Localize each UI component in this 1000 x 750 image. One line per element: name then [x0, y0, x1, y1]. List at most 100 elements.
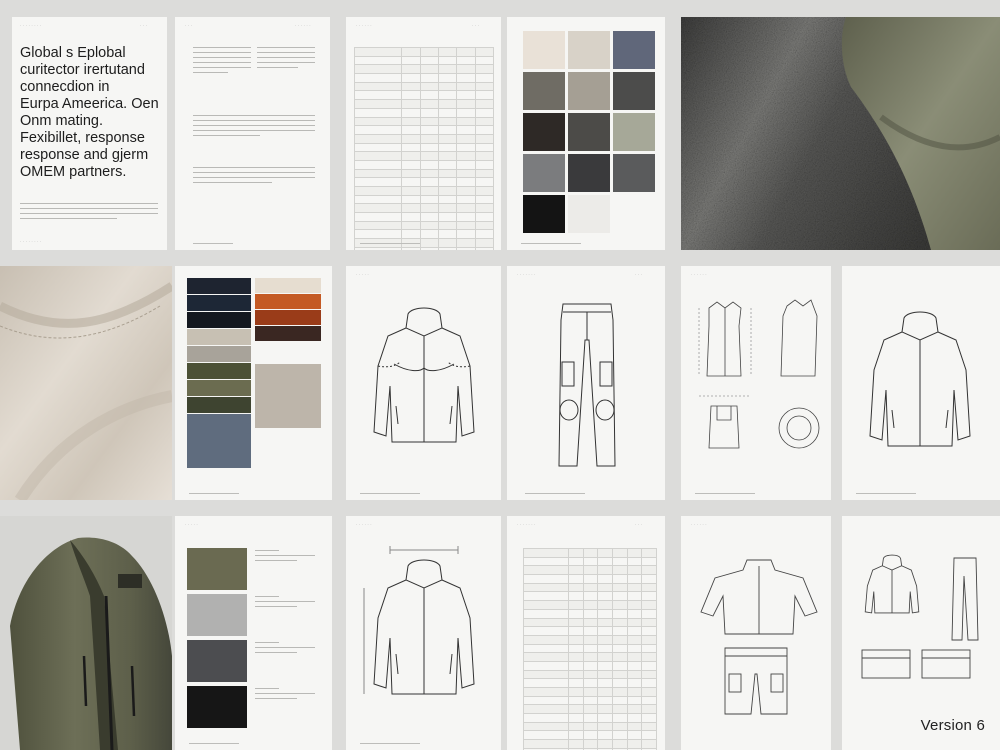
- table-cell: [437, 142, 458, 153]
- table-cell: [401, 168, 421, 179]
- table-cell: [597, 548, 614, 558]
- table-cell: [626, 556, 643, 567]
- fabric-swatch: [255, 310, 321, 325]
- table-cell: [456, 159, 476, 170]
- table-cell: [568, 591, 584, 602]
- table-cell: [401, 142, 421, 153]
- jacket-sketch-icon: [864, 554, 920, 614]
- table-cell: [456, 73, 476, 83]
- table-cell: [401, 125, 421, 135]
- table-cell: [522, 626, 570, 636]
- table-cell: [612, 617, 628, 628]
- table-cell: [456, 47, 476, 57]
- table-cell: [612, 739, 628, 749]
- table-cell: [456, 177, 476, 187]
- table-cell: [437, 125, 458, 135]
- table-cell: [522, 739, 570, 749]
- table-cell: [437, 168, 458, 179]
- table-cell: [419, 238, 439, 248]
- table-cell: [582, 713, 599, 723]
- fabric-swatch: [187, 397, 251, 413]
- table-cell: [474, 186, 495, 196]
- table-cell: [474, 220, 495, 231]
- table-cell: [353, 64, 403, 75]
- table-cell: [419, 151, 439, 161]
- table-cell: [626, 730, 643, 741]
- table-cell: [522, 695, 570, 706]
- table-cell: [401, 151, 421, 161]
- table-cell: [612, 634, 628, 645]
- table-cell: [353, 229, 403, 240]
- table-cell: [641, 739, 657, 749]
- fabric-swatch: [187, 548, 247, 590]
- table-cell: [568, 600, 584, 610]
- table-cell: [522, 634, 570, 645]
- table-cell: [626, 608, 643, 619]
- table-cell: [641, 660, 657, 671]
- fabric-swatch: [613, 31, 655, 69]
- table-cell: [353, 246, 403, 250]
- table-cell: [456, 229, 476, 240]
- table-cell: [641, 721, 657, 732]
- table-cell: [474, 47, 495, 57]
- table-cell: [353, 203, 403, 214]
- table-cell: [474, 238, 495, 248]
- fabric-swatch: [187, 594, 247, 636]
- fabric-swatch: [613, 113, 655, 151]
- table-cell: [597, 704, 614, 715]
- vest-flat-page: · · · · · ·: [681, 266, 831, 500]
- table-cell: [582, 687, 599, 697]
- pants-sketch-page: · · · · · · · · · ·: [507, 266, 665, 500]
- text-page: · · · · · · · · ·: [175, 17, 330, 250]
- table-cell: [456, 203, 476, 214]
- table-cell: [568, 660, 584, 671]
- table-cell: [401, 212, 421, 222]
- table-cell: [582, 739, 599, 749]
- table-cell: [437, 116, 458, 127]
- table-cell: [353, 125, 403, 135]
- fabric-swatch: [523, 113, 565, 151]
- table-cell: [474, 159, 495, 170]
- pants-sketch-icon: [951, 557, 979, 641]
- table-cell: [522, 556, 570, 567]
- table-cell: [612, 652, 628, 662]
- table-cell: [626, 591, 643, 602]
- table-cell: [641, 591, 657, 602]
- table-cell: [353, 212, 403, 222]
- table-cell: [641, 574, 657, 584]
- table-cell: [582, 582, 599, 593]
- table-cell: [437, 212, 458, 222]
- table-cell: [612, 704, 628, 715]
- table-cell: [401, 90, 421, 101]
- table-cell: [474, 73, 495, 83]
- spec-table-page: · · · · · · · · ·: [346, 17, 501, 250]
- intro-text-page: · · · · · · · · · · · Global s Eplobal c…: [12, 17, 167, 250]
- table-cell: [522, 574, 570, 584]
- spec-table: [522, 548, 657, 750]
- fabric-swatch: [187, 380, 251, 396]
- table-cell: [419, 220, 439, 231]
- table-cell: [641, 565, 657, 576]
- table-cell: [612, 548, 628, 558]
- table-cell: [641, 730, 657, 741]
- table-cell: [419, 168, 439, 179]
- fabric-swatch: [568, 72, 610, 110]
- table-cell: [522, 582, 570, 593]
- table-cell: [582, 704, 599, 715]
- table-cell: [474, 55, 495, 66]
- intro-headline: Global s Eplobal curitector irertutand c…: [20, 45, 159, 129]
- table-cell: [568, 617, 584, 628]
- table-cell: [437, 186, 458, 196]
- table-cell: [568, 565, 584, 576]
- table-cell: [437, 99, 458, 109]
- table-cell: [456, 55, 476, 66]
- fabric-swatch: [187, 414, 251, 468]
- table-cell: [353, 220, 403, 231]
- table-cell: [612, 669, 628, 680]
- table-cell: [401, 177, 421, 187]
- table-cell: [419, 203, 439, 214]
- table-cell: [582, 695, 599, 706]
- table-cell: [612, 643, 628, 654]
- table-cell: [597, 643, 614, 654]
- table-cell: [626, 548, 643, 558]
